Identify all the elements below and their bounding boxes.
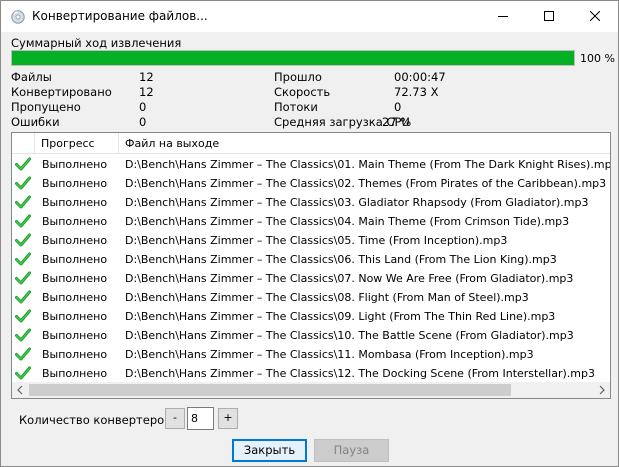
- chevron-left-icon: [17, 385, 23, 395]
- column-header-output-file[interactable]: Файл на выходе: [119, 133, 610, 154]
- conversion-dialog: Конвертирование файлов... Суммарный ход …: [0, 0, 619, 467]
- list-item[interactable]: Выполнено D:\Bench\Hans Zimmer – The Clas…: [12, 364, 610, 383]
- summary-progress-bar: [11, 50, 575, 66]
- check-icon: [15, 157, 31, 171]
- list-item[interactable]: Выполнено D:\Bench\Hans Zimmer – The Clas…: [12, 155, 610, 174]
- column-header-icon[interactable]: [12, 133, 35, 154]
- check-icon: [15, 252, 31, 266]
- close-button[interactable]: Закрыть: [232, 439, 307, 462]
- check-icon: [15, 347, 31, 361]
- list-item[interactable]: Выполнено D:\Bench\Hans Zimmer – The Clas…: [12, 193, 610, 212]
- scroll-right-button[interactable]: [593, 382, 610, 398]
- cpu-value: 27 %: [382, 115, 412, 129]
- converted-value: 12: [139, 85, 154, 99]
- window-title: Конвертирование файлов...: [32, 9, 208, 23]
- row-output-file: D:\Bench\Hans Zimmer – The Classics\03. …: [125, 196, 589, 209]
- close-window-button[interactable]: [572, 1, 618, 32]
- row-status: Выполнено: [42, 367, 108, 380]
- row-output-file: D:\Bench\Hans Zimmer – The Classics\02. …: [125, 177, 607, 190]
- row-status: Выполнено: [42, 215, 108, 228]
- list-item[interactable]: Выполнено D:\Bench\Hans Zimmer – The Clas…: [12, 307, 610, 326]
- check-icon: [15, 290, 31, 304]
- converted-label: Конвертировано: [11, 85, 112, 99]
- list-item[interactable]: Выполнено D:\Bench\Hans Zimmer – The Clas…: [12, 269, 610, 288]
- converters-label: Количество конвертеров:: [19, 413, 175, 427]
- errors-label: Ошибки: [11, 115, 60, 129]
- check-icon: [15, 271, 31, 285]
- row-status: Выполнено: [42, 253, 108, 266]
- app-icon: [11, 10, 25, 24]
- elapsed-value: 00:00:47: [394, 70, 446, 84]
- scroll-left-button[interactable]: [12, 382, 29, 398]
- files-label: Файлы: [11, 70, 52, 84]
- row-output-file: D:\Bench\Hans Zimmer – The Classics\12. …: [125, 367, 595, 380]
- threads-label: Потоки: [274, 100, 318, 114]
- list-item[interactable]: Выполнено D:\Bench\Hans Zimmer – The Clas…: [12, 288, 610, 307]
- speed-label: Скорость: [274, 85, 331, 99]
- scrollbar-thumb[interactable]: [29, 384, 511, 396]
- minimize-icon: [498, 16, 508, 17]
- list-item[interactable]: Выполнено D:\Bench\Hans Zimmer – The Clas…: [12, 250, 610, 269]
- pause-button[interactable]: Пауза: [314, 439, 389, 462]
- row-status: Выполнено: [42, 158, 108, 171]
- row-output-file: D:\Bench\Hans Zimmer – The Classics\06. …: [125, 253, 557, 266]
- check-icon: [15, 195, 31, 209]
- row-status: Выполнено: [42, 234, 108, 247]
- close-icon: [590, 11, 600, 21]
- row-output-file: D:\Bench\Hans Zimmer – The Classics\07. …: [125, 272, 574, 285]
- row-output-file: D:\Bench\Hans Zimmer – The Classics\09. …: [125, 310, 556, 323]
- check-icon: [15, 233, 31, 247]
- maximize-button[interactable]: [526, 1, 572, 32]
- row-status: Выполнено: [42, 291, 108, 304]
- threads-value: 0: [394, 100, 402, 114]
- row-status: Выполнено: [42, 177, 108, 190]
- chevron-right-icon: [599, 385, 605, 395]
- row-status: Выполнено: [42, 329, 108, 342]
- check-icon: [15, 366, 31, 380]
- row-output-file: D:\Bench\Hans Zimmer – The Classics\10. …: [125, 329, 574, 342]
- summary-label: Суммарный ход извлечения: [11, 36, 182, 50]
- check-icon: [15, 176, 31, 190]
- progress-percent: 100 %: [580, 52, 615, 65]
- skipped-value: 0: [139, 100, 147, 114]
- list-item[interactable]: Выполнено D:\Bench\Hans Zimmer – The Clas…: [12, 212, 610, 231]
- files-value: 12: [139, 70, 154, 84]
- row-output-file: D:\Bench\Hans Zimmer – The Classics\01. …: [125, 158, 611, 171]
- elapsed-label: Прошло: [274, 70, 322, 84]
- check-icon: [15, 328, 31, 342]
- list-item[interactable]: Выполнено D:\Bench\Hans Zimmer – The Clas…: [12, 174, 610, 193]
- list-item[interactable]: Выполнено D:\Bench\Hans Zimmer – The Clas…: [12, 345, 610, 364]
- converters-count-input[interactable]: [187, 407, 214, 430]
- list-rows: Выполнено D:\Bench\Hans Zimmer – The Clas…: [12, 155, 610, 383]
- row-output-file: D:\Bench\Hans Zimmer – The Classics\04. …: [125, 215, 570, 228]
- row-status: Выполнено: [42, 310, 108, 323]
- list-header: Прогресс Файл на выходе: [12, 133, 610, 154]
- skipped-label: Пропущено: [11, 100, 81, 114]
- row-output-file: D:\Bench\Hans Zimmer – The Classics\05. …: [125, 234, 508, 247]
- check-icon: [15, 309, 31, 323]
- list-item[interactable]: Выполнено D:\Bench\Hans Zimmer – The Clas…: [12, 326, 610, 345]
- row-status: Выполнено: [42, 196, 108, 209]
- row-output-file: D:\Bench\Hans Zimmer – The Classics\11. …: [125, 348, 534, 361]
- row-status: Выполнено: [42, 348, 108, 361]
- increase-converters-button[interactable]: +: [218, 408, 238, 429]
- errors-value: 0: [139, 115, 147, 129]
- horizontal-scrollbar[interactable]: [12, 382, 610, 398]
- progress-fill: [12, 51, 574, 65]
- decrease-converters-button[interactable]: -: [165, 408, 185, 429]
- check-icon: [15, 214, 31, 228]
- speed-value: 72.73 X: [394, 85, 439, 99]
- title-bar[interactable]: Конвертирование файлов...: [1, 1, 618, 32]
- row-status: Выполнено: [42, 272, 108, 285]
- column-header-progress[interactable]: Прогресс: [35, 133, 119, 154]
- minimize-button[interactable]: [480, 1, 526, 32]
- list-item[interactable]: Выполнено D:\Bench\Hans Zimmer – The Clas…: [12, 231, 610, 250]
- files-list[interactable]: Прогресс Файл на выходе Выполнено D:\Benc…: [11, 132, 611, 399]
- maximize-icon: [544, 11, 554, 21]
- row-output-file: D:\Bench\Hans Zimmer – The Classics\08. …: [125, 291, 529, 304]
